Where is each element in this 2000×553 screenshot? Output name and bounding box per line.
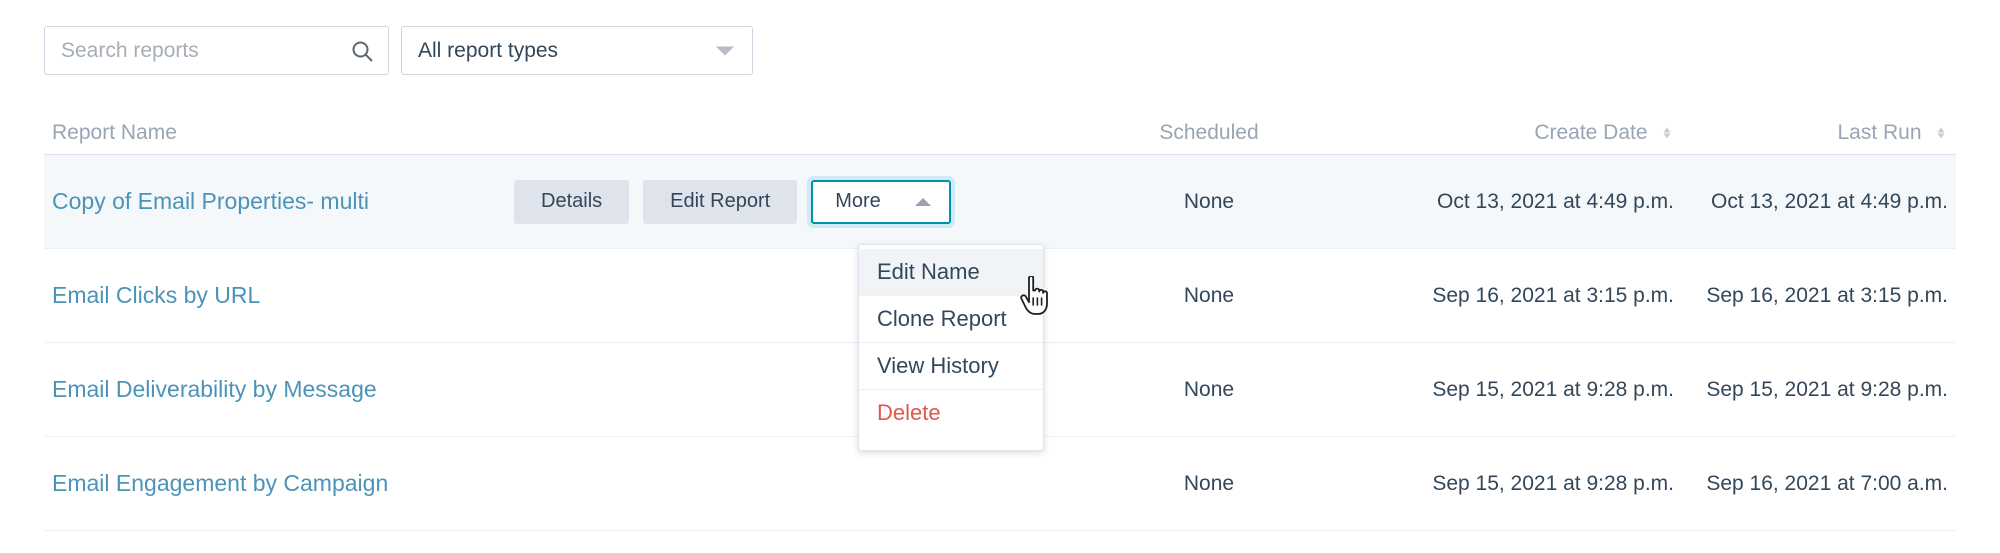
last-run-cell: Sep 16, 2021 at 7:00 a.m. (1674, 472, 1956, 496)
last-run-cell: Oct 13, 2021 at 4:49 p.m. (1674, 190, 1956, 214)
sort-icon (1660, 126, 1674, 140)
report-name-cell: Copy of Email Properties- multi (44, 188, 514, 215)
details-button[interactable]: Details (514, 180, 629, 224)
report-name-link[interactable]: Email Clicks by URL (52, 282, 260, 308)
more-button[interactable]: More (811, 180, 951, 224)
more-dropdown-menu: Edit Name Clone Report View History Dele… (858, 244, 1044, 451)
last-run-cell: Sep 16, 2021 at 3:15 p.m. (1674, 284, 1956, 308)
menu-item-clone-report[interactable]: Clone Report (859, 296, 1043, 343)
report-name-link[interactable]: Email Engagement by Campaign (52, 470, 388, 496)
scheduled-cell: None (1074, 190, 1344, 214)
create-date-cell: Sep 16, 2021 at 3:15 p.m. (1344, 284, 1674, 308)
report-name-cell: Email Clicks by URL (44, 282, 514, 309)
table-row[interactable]: Email Engagement by Campaign None Sep 15… (44, 437, 1956, 531)
chevron-down-icon (716, 46, 734, 55)
edit-report-button[interactable]: Edit Report (643, 180, 797, 224)
scheduled-cell: None (1074, 284, 1344, 308)
search-input[interactable] (45, 27, 388, 74)
create-date-cell: Oct 13, 2021 at 4:49 p.m. (1344, 190, 1674, 214)
create-date-cell: Sep 15, 2021 at 9:28 p.m. (1344, 378, 1674, 402)
column-header-last-run-label: Last Run (1837, 121, 1921, 144)
column-header-create-date[interactable]: Create Date (1344, 121, 1674, 145)
report-type-select[interactable]: All report types (401, 26, 753, 75)
column-header-last-run[interactable]: Last Run (1674, 121, 1956, 145)
reports-toolbar: All report types (44, 26, 753, 75)
table-row[interactable]: Copy of Email Properties- multi Details … (44, 155, 1956, 249)
report-type-select-value: All report types (402, 39, 558, 63)
column-header-report-name[interactable]: Report Name (44, 121, 514, 145)
chevron-up-icon (915, 198, 931, 206)
last-run-cell: Sep 15, 2021 at 9:28 p.m. (1674, 378, 1956, 402)
column-header-create-date-label: Create Date (1534, 121, 1647, 144)
search-reports-box[interactable] (44, 26, 389, 75)
menu-item-edit-name[interactable]: Edit Name (859, 249, 1043, 296)
report-name-cell: Email Deliverability by Message (44, 376, 514, 403)
table-header-row: Report Name Scheduled Create Date Last R… (44, 112, 1956, 155)
sort-icon (1934, 126, 1948, 140)
report-name-link[interactable]: Email Deliverability by Message (52, 376, 377, 402)
report-name-link[interactable]: Copy of Email Properties- multi (52, 188, 369, 214)
reports-list-page: All report types Report Name Scheduled C… (0, 0, 2000, 553)
report-name-cell: Email Engagement by Campaign (44, 470, 514, 497)
scheduled-cell: None (1074, 378, 1344, 402)
column-header-scheduled[interactable]: Scheduled (1074, 121, 1344, 145)
menu-item-view-history[interactable]: View History (859, 343, 1043, 390)
scheduled-cell: None (1074, 472, 1344, 496)
menu-item-delete[interactable]: Delete (859, 390, 1043, 436)
create-date-cell: Sep 15, 2021 at 9:28 p.m. (1344, 472, 1674, 496)
row-actions: Details Edit Report More (514, 180, 1074, 224)
more-button-label: More (835, 190, 881, 213)
